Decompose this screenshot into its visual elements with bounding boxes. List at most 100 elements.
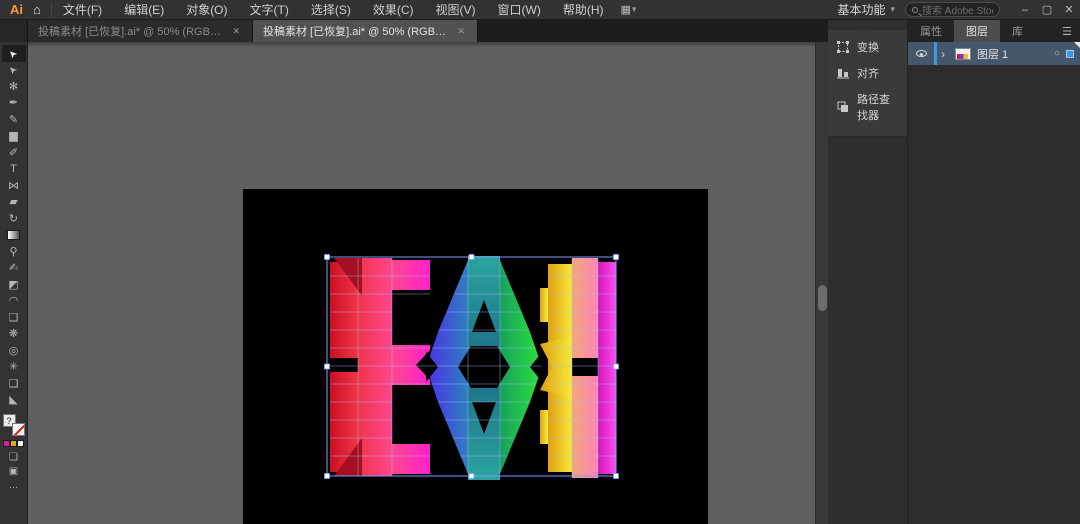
panel-tab-bar: 属性 图层 库 ☰ (908, 20, 1080, 42)
tools-panel: ➤ ➤ ✻ ✒ ✎ ▆ ✐ T ⋈ ▰ ↻ ⚲ ✍ ◩ ◠ ❏ (0, 42, 28, 524)
dock-item-label: 对齐 (857, 65, 879, 81)
home-icon[interactable]: ⌂ (31, 2, 52, 17)
dock-item-pathfinder[interactable]: 路径查找器 (828, 86, 907, 128)
dock-item-transform[interactable]: 变换 (828, 34, 907, 60)
rotate-tool[interactable]: ↻ (2, 210, 26, 227)
menu-bar: Ai ⌂ 文件(F) 编辑(E) 对象(O) 文字(T) 选择(S) 效果(C)… (0, 0, 1080, 20)
pathfinder-icon (836, 100, 850, 114)
rectangle-tool[interactable]: ▆ (2, 128, 26, 145)
stroke-color-swatch[interactable] (12, 423, 25, 436)
dock-group: 变换 对齐 路径查找器 (828, 30, 907, 137)
app-logo-icon[interactable]: Ai (0, 2, 31, 17)
eraser-tool[interactable]: ▰ (2, 194, 26, 211)
align-icon (836, 66, 850, 80)
close-button[interactable]: ✕ (1058, 0, 1080, 20)
dock-drag-handle[interactable]: ····· (828, 20, 907, 30)
workspace-label: 基本功能 (837, 1, 885, 18)
canvas-area[interactable] (28, 42, 828, 524)
selection-handle (469, 474, 474, 479)
document-tab-1[interactable]: 投稿素材 [已恢复].ai* @ 50% (RGB/GPU 预览) ✕ (28, 20, 253, 42)
magic-wand-tool[interactable]: ✻ (2, 78, 26, 95)
chevron-down-icon: ▾ (890, 4, 895, 15)
group-selection-tool[interactable]: ❑ (2, 375, 26, 392)
color-button[interactable] (3, 440, 10, 447)
edit-toolbar-ellipsis-icon[interactable]: … (9, 480, 19, 491)
document-tab-2[interactable]: 投稿素材 [已恢复].ai* @ 50% (RGB/GPU 预览) ✕ (253, 20, 478, 42)
menu-list: 文件(F) 编辑(E) 对象(O) 文字(T) 选择(S) 效果(C) 视图(V… (52, 0, 615, 20)
document-tab-bar: 投稿素材 [已恢复].ai* @ 50% (RGB/GPU 预览) ✕ 投稿素材… (0, 20, 828, 42)
gradient-button[interactable] (10, 440, 17, 447)
layer-selection-bar (934, 42, 937, 65)
eyedropper-tool[interactable]: ⚲ (2, 243, 26, 260)
selection-tool[interactable]: ➤ (2, 45, 26, 62)
layer-selected-indicator[interactable] (1066, 50, 1074, 58)
gradient-swatch-icon (7, 230, 20, 240)
width-tool[interactable]: ⋈ (2, 177, 26, 194)
curvature-tool[interactable]: ✎ (2, 111, 26, 128)
paintbrush-tool[interactable]: ✐ (2, 144, 26, 161)
vertical-scrollbar[interactable] (815, 42, 828, 524)
layer-target-icon[interactable]: ○ (1054, 48, 1060, 59)
layers-panel-body[interactable] (908, 65, 1080, 524)
arrange-documents-chevron-icon[interactable]: ▾ (632, 4, 637, 15)
panel-menu-icon[interactable]: ☰ (1054, 20, 1080, 42)
close-tab-icon[interactable]: ✕ (230, 24, 242, 39)
layer-expand-chevron-icon[interactable]: › (941, 47, 953, 61)
stock-search-input[interactable]: 搜索 Adobe Stock (905, 2, 1000, 17)
menu-view[interactable]: 视图(V) (425, 0, 487, 20)
menu-window[interactable]: 窗口(W) (487, 0, 552, 20)
gradient-tool[interactable] (2, 227, 26, 244)
menu-edit[interactable]: 编辑(E) (113, 0, 175, 20)
selection-handle (325, 474, 330, 479)
menu-object[interactable]: 对象(O) (175, 0, 238, 20)
type-tool[interactable]: T (2, 161, 26, 178)
blob-brush-tool[interactable]: ✍ (2, 260, 26, 277)
tab-layers[interactable]: 图层 (954, 20, 1000, 42)
shape-builder-tool[interactable]: ◩ (2, 276, 26, 293)
selection-handle (614, 255, 619, 260)
eye-icon (916, 50, 927, 57)
menu-help[interactable]: 帮助(H) (552, 0, 615, 20)
tab-properties[interactable]: 属性 (908, 20, 954, 42)
letter-i[interactable] (540, 258, 616, 478)
none-button[interactable] (17, 440, 24, 447)
tab-libraries[interactable]: 库 (1000, 20, 1035, 42)
minimize-button[interactable]: – (1014, 0, 1036, 20)
layer-row-corner (1074, 42, 1080, 48)
visibility-toggle[interactable] (908, 50, 934, 57)
selection-handle (325, 364, 330, 369)
menu-select[interactable]: 选择(S) (300, 0, 362, 20)
arrange-documents-icon[interactable]: ▦ (621, 3, 632, 16)
graph-tool[interactable]: ✳ (2, 359, 26, 376)
menu-type[interactable]: 文字(T) (239, 0, 300, 20)
menu-effect[interactable]: 效果(C) (362, 0, 425, 20)
pen-tool[interactable]: ✒ (2, 95, 26, 112)
document-tab-1-label: 投稿素材 [已恢复].ai* @ 50% (RGB/GPU 预览) (38, 23, 222, 39)
layer-row[interactable]: › 图层 1 ○ (908, 42, 1080, 65)
artwork-canvas[interactable] (28, 42, 828, 524)
restore-button[interactable]: ▢ (1036, 0, 1058, 20)
artboard-tool[interactable]: ❏ (2, 309, 26, 326)
dock-item-label: 变换 (857, 39, 879, 55)
selection-handle (614, 474, 619, 479)
fill-stroke-indicator[interactable]: ? (3, 414, 25, 436)
workspace-switcher[interactable]: 基本功能 ▾ (827, 1, 905, 18)
direct-selection-tool[interactable]: ➤ (2, 62, 26, 79)
document-tab-2-label: 投稿素材 [已恢复].ai* @ 50% (RGB/GPU 预览) (263, 23, 447, 39)
drawing-mode-icon[interactable]: ❏ (9, 452, 18, 463)
selection-handle (325, 255, 330, 260)
zoom-tool[interactable]: ◎ (2, 342, 26, 359)
close-tab-icon[interactable]: ✕ (455, 24, 467, 39)
canvas-shadow (28, 42, 828, 47)
scrollbar-thumb[interactable] (818, 285, 827, 311)
toolbar-footer: ❏ ▣ … (9, 452, 19, 491)
menu-file[interactable]: 文件(F) (52, 0, 113, 20)
layer-name[interactable]: 图层 1 (977, 46, 1054, 62)
arc-tool[interactable]: ◠ (2, 293, 26, 310)
tab-bar-lead (0, 20, 28, 42)
symbol-sprayer-tool[interactable]: ❋ (2, 326, 26, 343)
dock-item-align[interactable]: 对齐 (828, 60, 907, 86)
perspective-grid-tool[interactable]: ◣ (2, 392, 26, 409)
screen-mode-icon[interactable]: ▣ (9, 466, 18, 477)
layer-thumbnail[interactable] (955, 48, 971, 60)
